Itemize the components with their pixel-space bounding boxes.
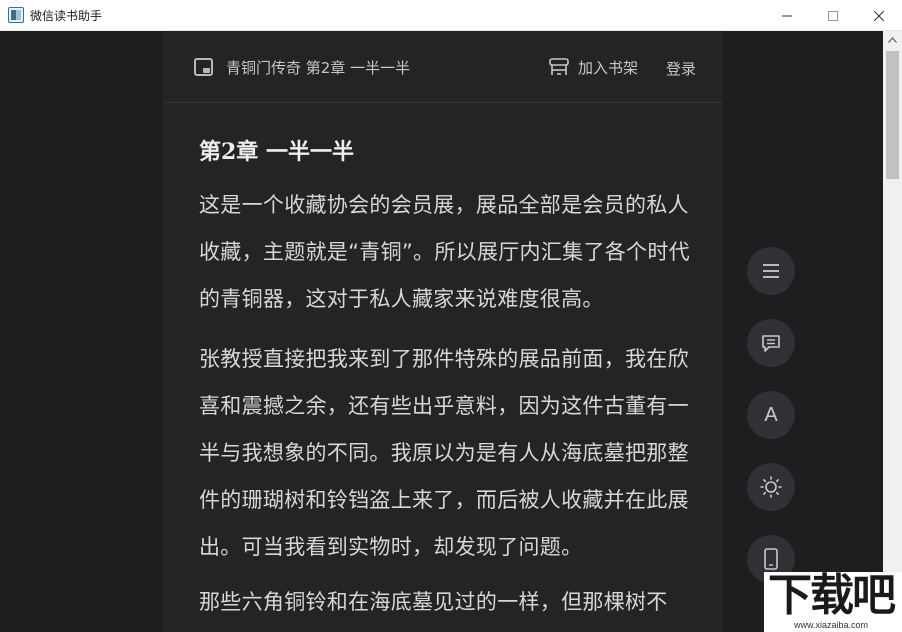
phone-icon xyxy=(764,548,778,570)
chapter-paragraph: 张教授直接把我来到了那件特殊的展品前面，我在欣喜和震撼之余，还有些出乎意料，因为… xyxy=(199,347,689,559)
maximize-button[interactable] xyxy=(810,0,856,31)
watermark-url: www.xiazaiba.com xyxy=(794,620,869,630)
window-titlebar: 微信读书助手 xyxy=(0,0,902,31)
reader-header: 青铜门传奇 第2章 一半一半 加入书架 登录 xyxy=(163,31,723,103)
window-title: 微信读书助手 xyxy=(30,8,103,23)
font-settings-button[interactable]: A xyxy=(747,391,795,439)
header-book-title: 青铜门传奇 第2章 一半一半 xyxy=(226,59,411,77)
bookshelf-icon xyxy=(549,58,569,75)
close-button[interactable] xyxy=(856,0,902,31)
right-margin xyxy=(723,31,883,632)
menu-icon xyxy=(763,264,779,278)
table-of-contents-button[interactable] xyxy=(747,247,795,295)
chapter-paragraph: 这是一个收藏协会的会员展，展品全部是会员的私人收藏，主题就是“青铜”。所以展厅内… xyxy=(199,193,690,311)
close-icon xyxy=(874,10,884,21)
vertical-scrollbar[interactable] xyxy=(883,31,902,632)
brightness-button[interactable] xyxy=(747,463,795,511)
font-icon: A xyxy=(764,403,778,426)
watermark-logo: 下载吧 www.xiazaiba.com xyxy=(764,572,902,632)
notes-button[interactable] xyxy=(747,319,795,367)
reader-panel: 青铜门传奇 第2章 一半一半 加入书架 登录 第2章 一半一半 这是一个收藏协会… xyxy=(163,31,723,632)
chapter-paragraph: 那些六角铜铃和在海底墓见过的一样，但那棵树不 xyxy=(199,590,668,614)
app-icon xyxy=(8,7,24,23)
minimize-button[interactable] xyxy=(764,0,810,31)
chapter-title: 第2章 一半一半 xyxy=(199,139,354,165)
brightness-icon xyxy=(760,476,782,498)
add-to-shelf-label: 加入书架 xyxy=(578,58,639,77)
left-margin xyxy=(0,31,163,632)
book-icon[interactable] xyxy=(194,58,213,76)
scroll-up-button[interactable] xyxy=(883,31,902,48)
watermark-text: 下载吧 xyxy=(768,570,896,621)
chevron-up-icon xyxy=(888,36,897,43)
comment-icon xyxy=(762,334,780,352)
add-to-shelf-button[interactable]: 加入书架 xyxy=(548,56,638,78)
scroll-thumb[interactable] xyxy=(886,51,899,179)
minimize-icon xyxy=(782,15,792,16)
maximize-icon xyxy=(828,10,838,21)
login-link[interactable]: 登录 xyxy=(666,58,696,79)
window-controls xyxy=(764,0,902,31)
